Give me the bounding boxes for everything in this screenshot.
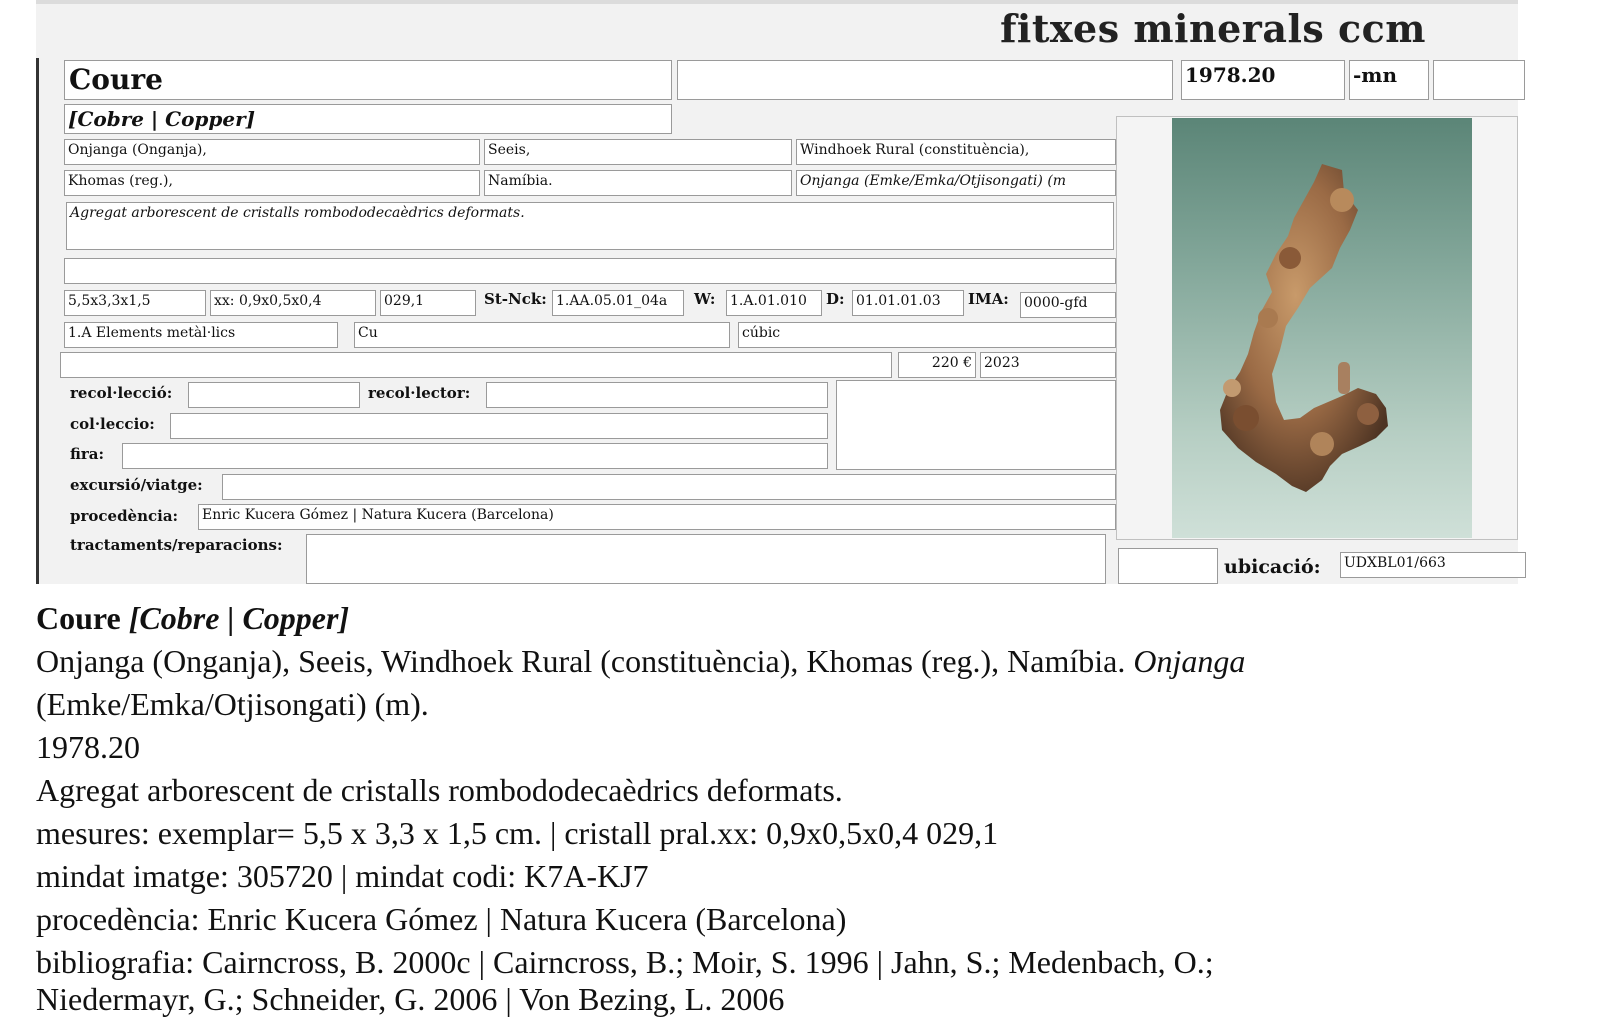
synonyms-field[interactable]: [Cobre | Copper]: [64, 104, 672, 134]
collector-field[interactable]: [486, 382, 828, 408]
collection-label: col·leccio:: [70, 415, 155, 433]
caption-locality-mine-1: Onjanga: [1133, 643, 1246, 679]
location-label: ubicació:: [1224, 556, 1321, 578]
caption-mindat: mindat imatge: 305720 | mindat codi: K7A…: [36, 858, 649, 894]
w-field[interactable]: 1.A.01.010: [726, 290, 822, 316]
extra-code-field[interactable]: [1433, 60, 1525, 100]
description-field[interactable]: Agregat arborescent de cristalls rombodo…: [66, 202, 1114, 250]
code-suffix-field[interactable]: -mn: [1349, 60, 1429, 100]
ima-field[interactable]: 0000-gfd: [1020, 292, 1116, 318]
form-top-border: [36, 0, 1518, 4]
year-field[interactable]: 2023: [980, 352, 1116, 378]
class-field[interactable]: 1.A Elements metàl·lics: [64, 322, 338, 348]
caption-provenance: procedència: Enric Kucera Gómez | Natura…: [36, 901, 847, 937]
locality-field-2[interactable]: Seeis,: [484, 139, 792, 165]
locality-field-3[interactable]: Windhoek Rural (constituència),: [796, 139, 1116, 165]
weight-field[interactable]: 029,1: [380, 290, 476, 316]
d-field[interactable]: 01.01.01.03: [852, 290, 964, 316]
provenance-label: procedència:: [70, 507, 179, 525]
brand-title: fitxes minerals ccm: [1000, 6, 1426, 51]
caption-locality: Onjanga (Onganja), Seeis, Windhoek Rural…: [36, 643, 1126, 679]
collection-field[interactable]: [170, 413, 828, 439]
collection-place-label: recol·lecció:: [70, 384, 173, 402]
caption-measures: mesures: exemplar= 5,5 x 3,3 x 1,5 cm. |…: [36, 815, 999, 851]
location-field[interactable]: UDXBL01/663: [1340, 552, 1526, 578]
provenance-field[interactable]: Enric Kucera Gómez | Natura Kucera (Barc…: [198, 504, 1116, 530]
caption-title-line: Coure [Cobre | Copper]: [36, 597, 1576, 640]
form-left-border: [36, 58, 39, 584]
locality-field-6[interactable]: Onjanga (Emke/Emka/Otjisongati) (m: [796, 170, 1116, 196]
mineral-name-field[interactable]: Coure: [64, 60, 672, 100]
collector-label: recol·lector:: [368, 384, 471, 402]
crystal-system-field[interactable]: cúbic: [738, 322, 1116, 348]
measures-field[interactable]: 5,5x3,3x1,5: [64, 290, 206, 316]
price-field[interactable]: 220 €: [898, 352, 976, 378]
caption-code: 1978.20: [36, 729, 140, 765]
caption-bibliography-2: Niedermayr, G.; Schneider, G. 2006 | Von…: [36, 981, 785, 1017]
location-extra-field[interactable]: [1118, 548, 1218, 584]
collection-place-field[interactable]: [188, 382, 360, 408]
caption-synonyms: [Cobre | Copper]: [128, 600, 350, 636]
d-label: D:: [826, 290, 845, 308]
caption-description: Agregat arborescent de cristalls rombodo…: [36, 772, 843, 808]
copper-specimen-image: [1220, 164, 1388, 492]
caption-locality-mine-2: (Emke/Emka/Otjisongati) (m).: [36, 686, 429, 722]
ima-label: IMA:: [968, 290, 1009, 308]
specimen-photo: [1172, 118, 1472, 538]
misc-field[interactable]: [60, 352, 892, 378]
empty-name-field[interactable]: [677, 60, 1173, 100]
notes-field[interactable]: [64, 258, 1116, 284]
crystal-size-field[interactable]: xx: 0,9x0,5x0,4: [210, 290, 376, 316]
strunz-field[interactable]: 1.AA.05.01_04a: [552, 290, 684, 316]
locality-field-4[interactable]: Khomas (reg.),: [64, 170, 480, 196]
caption-locality-line: Onjanga (Onganja), Seeis, Windhoek Rural…: [36, 640, 1576, 683]
trip-field[interactable]: [222, 474, 1116, 500]
remarks-box[interactable]: [836, 380, 1116, 470]
catalog-code-field[interactable]: 1978.20: [1181, 60, 1345, 100]
fair-label: fira:: [70, 445, 105, 463]
locality-field-1[interactable]: Onjanga (Onganja),: [64, 139, 480, 165]
formula-field[interactable]: Cu: [354, 322, 730, 348]
treatments-field[interactable]: [306, 534, 1106, 584]
treatments-label: tractaments/reparacions:: [70, 536, 283, 554]
caption-title: Coure: [36, 600, 121, 636]
fair-field[interactable]: [122, 443, 828, 469]
trip-label: excursió/viatge:: [70, 476, 203, 494]
strunz-label: St-Nck:: [484, 290, 547, 308]
w-label: W:: [694, 290, 716, 308]
locality-field-5[interactable]: Namíbia.: [484, 170, 792, 196]
